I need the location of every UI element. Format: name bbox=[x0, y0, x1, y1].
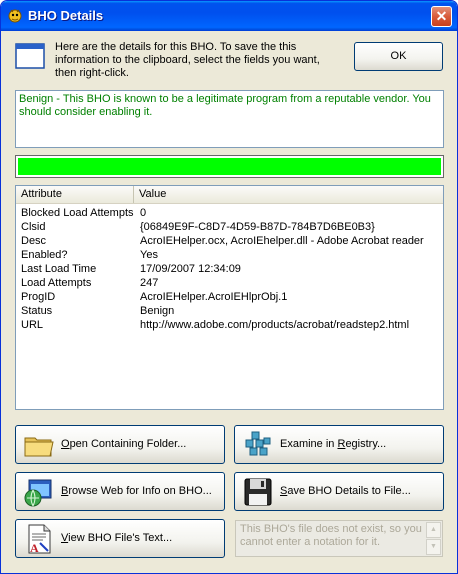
browse-web-label: Browse Web for Info on BHO... bbox=[61, 485, 212, 497]
value-cell: http://www.adobe.com/products/acrobat/re… bbox=[140, 319, 410, 331]
ok-button[interactable]: OK bbox=[354, 42, 443, 71]
examine-registry-label: Examine in Registry... bbox=[280, 438, 387, 450]
details-list[interactable]: Attribute Value Blocked Load Attempts 0 Cl… bbox=[15, 185, 444, 410]
attribute-cell: Last Load Time bbox=[21, 263, 97, 275]
details-rows: Blocked Load Attempts 0 Clsid {06849E9F-C8D… bbox=[16, 206, 443, 332]
notation-text: This BHO's file does not exist, so you c… bbox=[240, 523, 422, 548]
details-row[interactable]: Status Benign bbox=[16, 304, 443, 318]
details-row[interactable]: Load Attempts 247 bbox=[16, 276, 443, 290]
column-header-value[interactable]: Value bbox=[134, 186, 443, 203]
value-cell: 17/09/2007 12:34:09 bbox=[140, 263, 241, 275]
floppy-disk-icon bbox=[244, 478, 272, 506]
scroll-down-button: ▼ bbox=[426, 539, 441, 555]
attribute-cell: URL bbox=[21, 319, 44, 331]
browse-web-for-info-button[interactable]: Browse Web for Info on BHO... bbox=[15, 472, 225, 511]
notation-field: This BHO's file does not exist, so you c… bbox=[235, 520, 443, 557]
status-progress-bar bbox=[15, 155, 444, 178]
details-row[interactable]: Clsid {06849E9F-C8D7-4D59-B87D-784B7D6BE0… bbox=[16, 220, 443, 234]
attribute-cell: Clsid bbox=[21, 221, 46, 233]
window-title: BHO Details bbox=[28, 8, 104, 23]
app-bug-icon bbox=[8, 9, 22, 23]
value-cell: AcroIEHelper.ocx, AcroIEhelper.dll - Ado… bbox=[140, 235, 424, 247]
view-text-label: View BHO File's Text... bbox=[61, 532, 173, 544]
ok-button-label: OK bbox=[390, 50, 407, 62]
scroll-up-button: ▲ bbox=[426, 522, 441, 538]
folder-icon bbox=[24, 437, 54, 457]
title-bar[interactable]: BHO Details ✕ bbox=[1, 1, 457, 31]
details-row[interactable]: Enabled? Yes bbox=[16, 248, 443, 262]
close-icon: ✕ bbox=[435, 8, 448, 24]
dialog-body: Here are the details for this BHO. To sa… bbox=[4, 31, 454, 572]
open-containing-folder-button[interactable]: Open Containing Folder... bbox=[15, 425, 225, 464]
examine-in-registry-button[interactable]: Examine in Registry... bbox=[234, 425, 444, 464]
value-cell: {06849E9F-C8D7-4D59-B87D-784B7D6BE0B3} bbox=[140, 221, 375, 233]
value-cell: 0 bbox=[140, 207, 147, 219]
progress-fill bbox=[18, 158, 441, 175]
save-bho-details-button[interactable]: Save BHO Details to File... bbox=[234, 472, 444, 511]
details-header: Attribute Value bbox=[16, 186, 443, 204]
value-cell: AcroIEHelper.AcroIEHlprObj.1 bbox=[140, 291, 288, 303]
attribute-cell: Desc bbox=[21, 235, 47, 247]
view-bho-file-text-button[interactable]: A View BHO File's Text... bbox=[15, 519, 225, 558]
attribute-cell: Enabled? bbox=[21, 249, 68, 261]
registry-icon bbox=[245, 431, 271, 456]
window-icon bbox=[15, 43, 45, 69]
attribute-cell: Load Attempts bbox=[21, 277, 92, 289]
web-browser-icon bbox=[24, 479, 52, 507]
value-cell: Yes bbox=[140, 249, 158, 261]
save-details-label: Save BHO Details to File... bbox=[280, 485, 411, 497]
column-header-attribute[interactable]: Attribute bbox=[16, 186, 134, 203]
text-document-icon: A bbox=[28, 524, 51, 555]
details-row[interactable]: Blocked Load Attempts 0 bbox=[16, 206, 443, 220]
bho-details-window: BHO Details ✕ Here are the details for t… bbox=[0, 0, 458, 574]
verdict-text-box[interactable]: Benign - This BHO is known to be a legit… bbox=[15, 90, 444, 148]
attribute-cell: Status bbox=[21, 305, 53, 317]
details-row[interactable]: ProgID AcroIEHelper.AcroIEHlprObj.1 bbox=[16, 290, 443, 304]
intro-text: Here are the details for this BHO. To sa… bbox=[55, 41, 320, 79]
attribute-cell: ProgID bbox=[21, 291, 56, 303]
value-cell: 247 bbox=[140, 277, 159, 289]
svg-text:A: A bbox=[30, 541, 39, 555]
close-button[interactable]: ✕ bbox=[431, 6, 452, 27]
details-row[interactable]: URL http://www.adobe.com/products/acrobat… bbox=[16, 318, 443, 332]
open-folder-label: Open Containing Folder... bbox=[61, 438, 187, 450]
details-row[interactable]: Desc AcroIEHelper.ocx, AcroIEhelper.dll -… bbox=[16, 234, 443, 248]
value-cell: Benign bbox=[140, 305, 175, 317]
details-row[interactable]: Last Load Time 17/09/2007 12:34:09 bbox=[16, 262, 443, 276]
attribute-cell: Blocked Load Attempts bbox=[21, 207, 134, 219]
